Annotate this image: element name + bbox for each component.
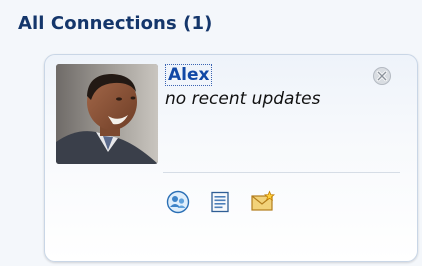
people-icon[interactable] bbox=[166, 190, 190, 214]
contact-status: no recent updates bbox=[165, 89, 321, 109]
contact-name-link[interactable]: Alex bbox=[165, 64, 213, 86]
document-icon[interactable] bbox=[208, 190, 232, 214]
avatar[interactable] bbox=[56, 64, 158, 164]
divider bbox=[163, 172, 400, 173]
avatar-photo bbox=[56, 64, 158, 164]
header-title: All Connections bbox=[18, 13, 177, 34]
connections-panel: All Connections (1) Alex no recent updat… bbox=[0, 0, 422, 266]
connection-count: (1) bbox=[183, 13, 213, 34]
connections-header: All Connections (1) bbox=[18, 13, 212, 34]
close-icon[interactable] bbox=[372, 66, 392, 86]
mail-icon[interactable] bbox=[250, 190, 276, 214]
